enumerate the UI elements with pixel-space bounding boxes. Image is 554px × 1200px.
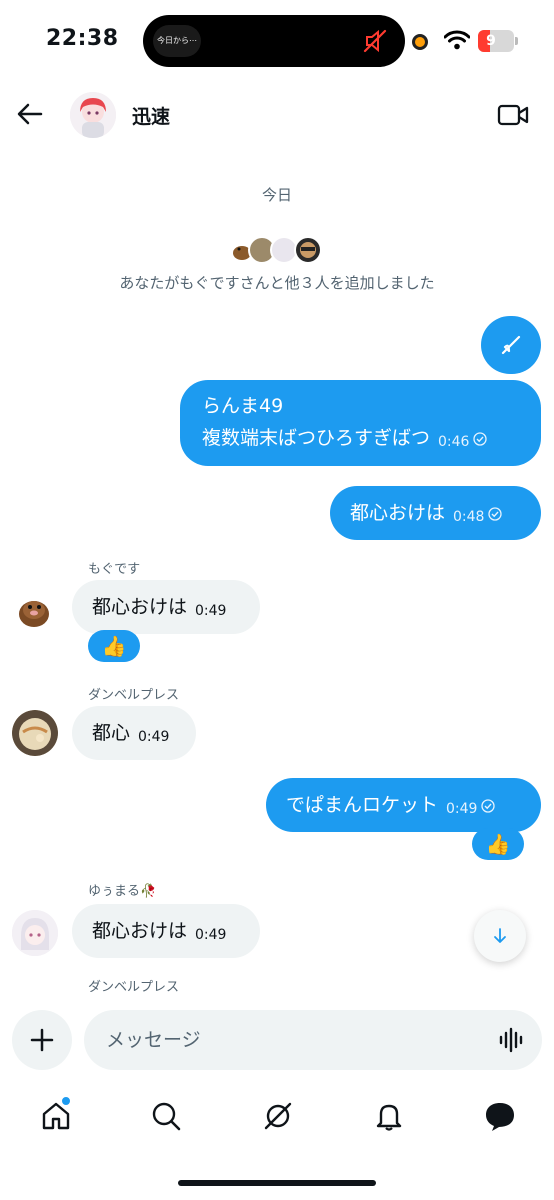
back-button[interactable] (12, 96, 48, 132)
conversation-title[interactable]: 迅速 (132, 102, 170, 129)
message-bubble-outgoing[interactable]: 都心おけは 0:48 (330, 486, 541, 540)
plus-icon (30, 1028, 54, 1052)
tab-notifications[interactable] (369, 1096, 409, 1136)
avatar (294, 236, 322, 264)
sender-name: ダンベルプレス (88, 980, 180, 995)
voice-waveform-icon[interactable] (498, 1026, 526, 1054)
message-input[interactable] (106, 1010, 486, 1070)
sender-avatar[interactable] (12, 588, 58, 634)
battery-icon: 9 (478, 30, 514, 52)
message-time: 0:49 (446, 801, 478, 817)
battery-level: 9 (486, 33, 496, 49)
added-members-avatars (228, 236, 328, 264)
message-time: 0:49 (195, 603, 227, 619)
privacy-indicator (412, 34, 428, 50)
tab-search[interactable] (146, 1096, 186, 1136)
wifi-icon (444, 30, 470, 50)
messages-icon (486, 1103, 514, 1131)
group-avatar[interactable] (70, 92, 116, 138)
system-message: あなたがもぐですさんと他３人を追加しました (119, 274, 435, 292)
message-text: でぱまんロケット (286, 794, 439, 816)
search-icon (152, 1102, 181, 1131)
notification-dot (61, 1096, 71, 1106)
message-bubble-incoming[interactable]: 都心 0:49 (72, 706, 196, 760)
arrow-down-icon (494, 928, 506, 943)
video-call-icon (497, 104, 529, 126)
status-time: 22:38 (46, 26, 119, 51)
message-composer (0, 996, 554, 1082)
sender-name: ダンベルプレス (88, 688, 180, 703)
message-text: 都心おけは (350, 502, 446, 524)
video-call-button[interactable] (494, 98, 532, 132)
notifications-icon (376, 1104, 402, 1131)
pen-icon (501, 335, 521, 355)
status-bar: 22:38 今日から⋯ 9 (0, 0, 554, 84)
message-time: 0:46 (438, 434, 470, 450)
grok-icon (264, 1102, 292, 1130)
sender-name: ゆぅまる🥀 (88, 884, 157, 899)
message-text: 都心 (92, 722, 131, 744)
sender-avatar[interactable] (12, 710, 58, 756)
live-activity-label: 今日から⋯ (153, 25, 201, 57)
message-bubble-outgoing[interactable]: でぱまんロケット 0:49 (266, 778, 541, 832)
mute-icon (363, 29, 387, 53)
sender-name: もぐです (88, 562, 141, 577)
add-attachment-button[interactable] (12, 1010, 72, 1070)
arrow-left-icon (17, 103, 43, 125)
message-time: 0:49 (138, 729, 170, 745)
message-text: 都心おけは (92, 920, 188, 942)
home-indicator (178, 1180, 376, 1186)
thumbs-up-icon: 👍 (485, 832, 511, 856)
scroll-to-bottom-button[interactable] (474, 910, 526, 962)
message-text: 複数端末ばつひろすぎばつ (202, 427, 431, 449)
tab-messages[interactable] (480, 1096, 520, 1136)
read-check-icon (488, 507, 503, 521)
message-time: 0:48 (453, 509, 485, 525)
read-check-icon (481, 799, 496, 813)
dynamic-island[interactable]: 今日から⋯ (143, 15, 405, 67)
message-text: 都心おけは (92, 596, 188, 618)
reaction-badge[interactable]: 👍 (472, 828, 524, 860)
message-text: らんま49 (202, 395, 284, 417)
message-time: 0:49 (195, 927, 227, 943)
reaction-badge[interactable]: 👍 (88, 630, 140, 662)
date-separator: 今日 (261, 186, 292, 204)
conversation-header: 迅速 (0, 84, 554, 146)
message-input-container (84, 1010, 542, 1070)
outgoing-icon-message[interactable] (481, 316, 541, 374)
thumbs-up-icon: 👍 (101, 634, 127, 658)
message-bubble-incoming[interactable]: 都心おけは 0:49 (72, 904, 260, 958)
message-bubble-incoming[interactable]: 都心おけは 0:49 (72, 580, 260, 634)
sender-avatar[interactable] (12, 910, 58, 956)
tab-grok[interactable] (258, 1096, 298, 1136)
read-check-icon (473, 432, 488, 446)
message-bubble-outgoing[interactable]: らんま49 複数端末ばつひろすぎばつ 0:46 (180, 380, 541, 466)
